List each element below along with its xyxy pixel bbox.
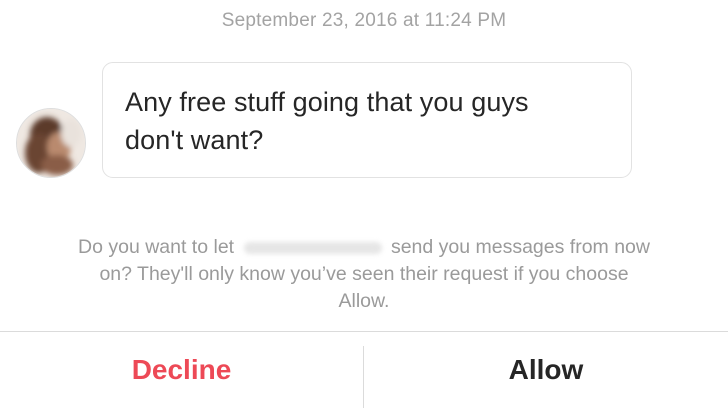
- request-prompt-line-3: Allow.: [338, 290, 390, 312]
- message-text-line-2: don't want?: [125, 125, 264, 155]
- message-request-prompt: Do you want to let send you messages fro…: [18, 234, 710, 315]
- request-prompt-line-2: on? They'll only know you’ve seen their …: [99, 263, 629, 285]
- redacted-username: [243, 241, 382, 254]
- message-text-line-1: Any free stuff going that you guys: [125, 87, 529, 117]
- message-bubble[interactable]: Any free stuff going that you guys don't…: [102, 62, 632, 178]
- incoming-message-row: Any free stuff going that you guys don't…: [16, 62, 716, 178]
- sender-avatar[interactable]: [16, 108, 86, 178]
- request-prompt-line-1: Do you want to let send you messages fro…: [18, 234, 710, 261]
- request-prompt-prefix: Do you want to let: [78, 236, 235, 258]
- decline-button[interactable]: Decline: [0, 332, 363, 408]
- allow-button[interactable]: Allow: [364, 332, 728, 408]
- avatar-photo-icon: [17, 109, 85, 177]
- message-timestamp: September 23, 2016 at 11:24 PM: [221, 10, 507, 31]
- request-prompt-suffix: send you messages from now: [390, 236, 650, 258]
